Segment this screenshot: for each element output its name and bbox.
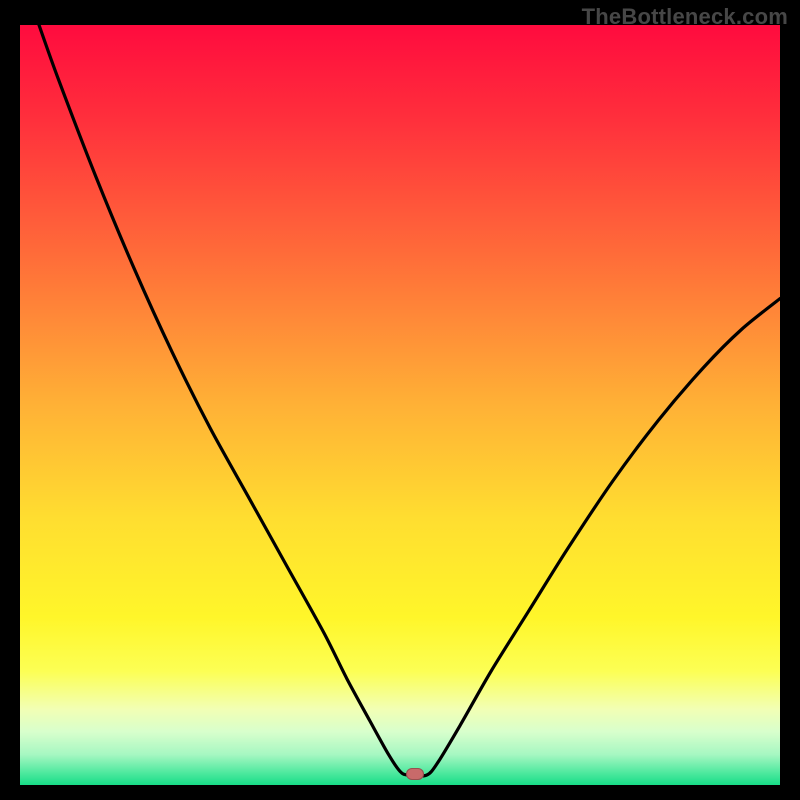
optimal-point-marker xyxy=(406,768,424,780)
plot-area xyxy=(20,25,780,785)
bottleneck-curve xyxy=(20,25,780,785)
watermark-text: TheBottleneck.com xyxy=(582,4,788,30)
chart-frame: TheBottleneck.com xyxy=(0,0,800,800)
